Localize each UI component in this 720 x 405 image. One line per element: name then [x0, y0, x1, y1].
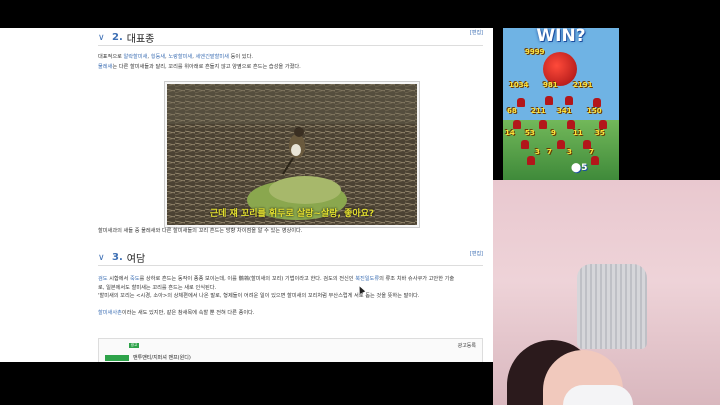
score: 2191 [573, 81, 593, 89]
chair [577, 264, 647, 349]
ad-text[interactable]: 맨투맨티/지퍼셔 맨프(원디) [133, 354, 191, 361]
section-3-header[interactable]: ∨ 3. 여담 [98, 250, 145, 265]
enemy-icon [521, 140, 529, 149]
link[interactable]: 북진일도류 [355, 276, 379, 282]
chevron-down-icon[interactable]: ∨ [98, 33, 108, 43]
score: 68 [507, 107, 517, 115]
enemy-icon [513, 120, 521, 129]
trivia-line: 할미새사촌이라는 새도 있지만, 같은 참새목에 속할 뿐 전혀 다른 종이다. [98, 310, 255, 316]
enemy-icon [557, 140, 565, 149]
ad-register-link[interactable]: 광고등록 [458, 342, 476, 349]
ad-badge: 광고 [129, 343, 139, 348]
score: 9999 [525, 48, 545, 56]
score: 3 [567, 148, 572, 156]
ad-logo [105, 355, 129, 361]
trivia-line: '할미새의 꼬리는 <시경, 소아>의 상체편에서 나온 말로, 형제들이 어려… [98, 293, 420, 299]
photo-note: 할미새과의 새들 중 물레새와 다른 할미새들의 꼬리 흔드는 방향 차이점을 … [98, 228, 303, 234]
trivia-line: 로, 일본에서도 할미새는 꼬리를 흔드는 새로 인식된다. [98, 285, 217, 291]
link[interactable]: 세엔긴밭할미새 [196, 54, 229, 60]
link[interactable]: 검도 [98, 276, 108, 282]
enemy-icon [599, 120, 607, 129]
wiki-page: ∨ 2. 대표종 [편집] 대표적으로 알락할미새, 힝둥새, 노랑할미새, 세… [0, 28, 493, 362]
divider [98, 265, 483, 266]
enemy-icon [565, 96, 573, 105]
enemy-icon [593, 98, 601, 107]
game-overlay: WIN? 9999 1034 981 2191 68 211 341 150 1… [503, 28, 619, 180]
score: 341 [557, 107, 572, 115]
divider [98, 45, 483, 46]
intro-line: 대표적으로 알락할미새, 힝둥새, 노랑할미새, 세엔긴밭할미새 등이 있다. [98, 54, 253, 60]
score: 53 [525, 129, 535, 137]
section-2-header[interactable]: ∨ 2. 대표종 [98, 30, 154, 45]
enemy-icon [567, 120, 575, 129]
score: 150 [587, 107, 602, 115]
chevron-down-icon[interactable]: ∨ [98, 253, 108, 263]
link[interactable]: 할미새사촌 [98, 310, 122, 316]
video-caption: 근데 쟤 꼬리를 휘두로 살랑~살랑, 좋아요? [209, 209, 375, 219]
link[interactable]: 알락할미새 [124, 54, 148, 60]
link[interactable]: 힝둥새 [151, 54, 165, 60]
enemy-icon [527, 156, 535, 165]
ad-box[interactable]: 광고 광고등록 맨투맨티/지퍼셔 맨프(원디) [98, 338, 483, 362]
score: 3 [535, 148, 540, 156]
bird-photo[interactable]: 근데 쟤 꼬리를 휘두로 살랑~살랑, 좋아요? [164, 81, 420, 228]
score: 1034 [509, 81, 529, 89]
section-title: 대표종 [126, 34, 155, 45]
edit-link[interactable]: [편집] [470, 250, 483, 257]
hero-count: ⬤5 [571, 163, 588, 173]
score: 9 [551, 129, 556, 137]
enemy-icon [539, 120, 547, 129]
section-title: 여담 [126, 254, 146, 265]
score: 7 [547, 148, 552, 156]
intro-line: 물레새는 다른 할미새들과 달리, 꼬리를 위아래로 흔들지 않고 양옆으로 흔… [98, 64, 301, 70]
edit-link[interactable]: [편집] [470, 29, 483, 36]
score: 14 [505, 129, 515, 137]
streamer-clothing [563, 385, 633, 405]
score: 211 [531, 107, 546, 115]
score: 981 [543, 81, 558, 89]
enemy-icon [583, 140, 591, 149]
game-title: WIN? [536, 28, 586, 46]
enemy-icon [545, 96, 553, 105]
link[interactable]: 물레새 [98, 64, 112, 70]
section-number: 2. [112, 32, 123, 43]
score: 11 [573, 129, 583, 137]
trivia-line: 검도 시합에서 죽도를 상하로 흔드는 동작이 종종 보이는데, 이를 鶺鴒(할… [98, 276, 455, 282]
link[interactable]: 노랑할미새 [168, 54, 192, 60]
enemy-icon [517, 98, 525, 107]
section-number: 3. [112, 252, 123, 263]
score: 35 [595, 129, 605, 137]
webcam-feed [493, 180, 720, 405]
enemy-icon [591, 156, 599, 165]
score: 7 [589, 148, 594, 156]
